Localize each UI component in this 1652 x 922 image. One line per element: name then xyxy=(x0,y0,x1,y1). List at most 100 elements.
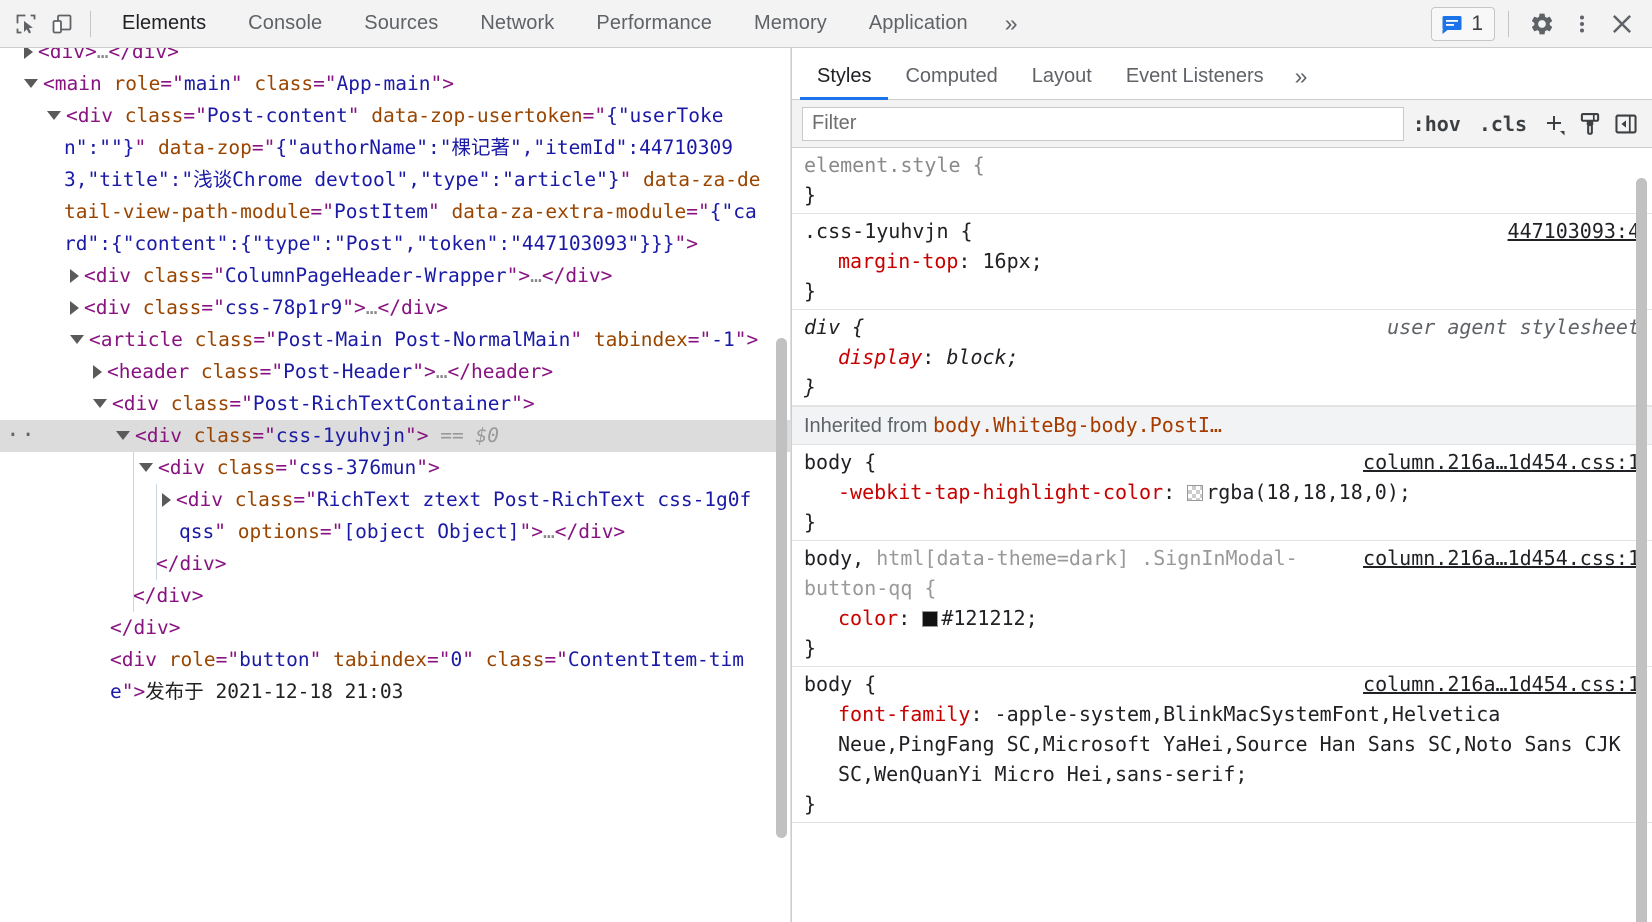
dom-tree-scroll-area[interactable]: <div>…</div> <main role="main" class="App… xyxy=(0,48,790,922)
css-declaration[interactable]: margin-top: 16px; xyxy=(792,246,1652,276)
css-property-name[interactable]: font-family xyxy=(838,702,970,726)
tab-application[interactable]: Application xyxy=(848,0,989,47)
dom-tree-row[interactable]: <article class="Post-Main Post-NormalMai… xyxy=(0,324,790,356)
css-property-value[interactable]: rgba(18,18,18,0); xyxy=(1206,480,1411,504)
print-media-button[interactable] xyxy=(1572,107,1608,141)
css-property-name[interactable]: -webkit-tap-highlight-color xyxy=(838,480,1163,504)
dom-tree-row[interactable]: <div role="button" tabindex="0" class="C… xyxy=(0,644,790,708)
tab-console[interactable]: Console xyxy=(227,0,343,47)
tab-elements[interactable]: Elements xyxy=(101,0,227,47)
style-rule[interactable]: .css-1yuhvjn { 447103093:4 margin-top: 16p… xyxy=(792,214,1652,310)
css-declaration[interactable]: font-family: -apple-system,BlinkMacSyste… xyxy=(792,699,1652,789)
expand-triangle-closed-icon[interactable] xyxy=(70,268,79,283)
style-rule-selector[interactable]: body { xyxy=(804,447,1355,477)
dom-tree-row[interactable]: </div> xyxy=(0,612,790,644)
dom-token: … xyxy=(365,296,378,319)
tab-computed[interactable]: Computed xyxy=(888,65,1014,99)
element-classes-button[interactable]: .cls xyxy=(1470,107,1536,141)
styles-rules-list[interactable]: element.style {} .css-1yuhvjn { 447103093:… xyxy=(792,148,1652,922)
css-property-value[interactable]: #121212; xyxy=(941,606,1037,630)
color-swatch[interactable] xyxy=(1187,485,1204,501)
settings-button[interactable] xyxy=(1522,4,1562,44)
dom-token: " xyxy=(570,328,594,351)
dom-token: =" xyxy=(687,328,712,351)
css-property-value[interactable]: 16px; xyxy=(983,249,1043,273)
dom-token: "> xyxy=(342,296,366,319)
css-property-value[interactable]: block; xyxy=(946,345,1018,369)
expand-triangle-open-icon[interactable] xyxy=(47,111,61,120)
tab-styles[interactable]: Styles xyxy=(800,65,889,100)
more-panels-button[interactable]: » xyxy=(989,0,1034,47)
css-declaration[interactable]: display: block; xyxy=(792,342,1652,372)
style-rule[interactable]: element.style {} xyxy=(792,148,1652,214)
dom-tree-scrollbar[interactable] xyxy=(776,338,787,838)
inherited-style-rule[interactable]: body {column.216a…1d454.css:1 -webkit-tap… xyxy=(792,445,1652,541)
css-property-name[interactable]: display xyxy=(838,345,922,369)
tab-sources[interactable]: Sources xyxy=(343,0,459,47)
inherited-style-rule[interactable]: body {column.216a…1d454.css:1 font-family… xyxy=(792,667,1652,823)
dom-tree-row[interactable]: <div class="Post-RichTextContainer"> xyxy=(0,388,790,420)
tab-performance[interactable]: Performance xyxy=(575,0,733,47)
more-styles-tabs-button[interactable]: » xyxy=(1281,63,1322,99)
style-rule-header: body { column.216a…1d454.css:1 xyxy=(792,447,1652,477)
dom-tree-row[interactable]: <div class="Post-content" data-zop-usert… xyxy=(0,100,790,260)
tab-memory[interactable]: Memory xyxy=(733,0,848,47)
inherited-source-selector[interactable]: body.WhiteBg-body.PostI… xyxy=(933,413,1222,437)
dom-token: <div xyxy=(66,104,125,127)
style-rule-selector[interactable]: body { xyxy=(804,669,1355,699)
dom-tree-row[interactable]: <header class="Post-Header">…</header> xyxy=(0,356,790,388)
dom-tree-row[interactable]: <div class="css-376mun"> xyxy=(0,452,790,484)
inherited-style-rule[interactable]: body, html[data-theme=dark] .SignInModal… xyxy=(792,541,1652,667)
expand-triangle-closed-icon[interactable] xyxy=(162,492,171,507)
more-options-button[interactable] xyxy=(1562,4,1602,44)
style-source-link[interactable]: 447103093:4 xyxy=(1508,216,1640,246)
style-rule-selector[interactable]: .css-1yuhvjn { xyxy=(804,216,1500,246)
style-source-link[interactable]: column.216a…1d454.css:1 xyxy=(1363,447,1640,477)
toggle-element-state-button[interactable]: :hov xyxy=(1404,107,1470,141)
style-rule[interactable]: div {user agent stylesheet display: block… xyxy=(792,310,1652,406)
inspect-element-button[interactable] xyxy=(8,6,44,42)
dom-tree-row[interactable]: </div> xyxy=(0,548,790,580)
css-colon: : xyxy=(970,702,995,726)
css-property-name[interactable]: color xyxy=(838,606,898,630)
device-toolbar-button[interactable] xyxy=(44,6,80,42)
devtools-panel-tabs: Elements Console Sources Network Perform… xyxy=(101,0,1034,47)
dom-tree-panel[interactable]: <div>…</div> <main role="main" class="App… xyxy=(0,48,791,922)
expand-triangle-open-icon[interactable] xyxy=(116,431,130,440)
expand-triangle-open-icon[interactable] xyxy=(70,335,84,344)
collapse-sidebar-button[interactable] xyxy=(1608,107,1644,141)
dom-tree-row[interactable]: <div class="css-78p1r9">…</div> xyxy=(0,292,790,324)
css-property-name[interactable]: margin-top xyxy=(838,249,958,273)
tab-layout[interactable]: Layout xyxy=(1015,65,1109,99)
tab-network[interactable]: Network xyxy=(459,0,575,47)
expand-triangle-open-icon[interactable] xyxy=(24,79,38,88)
dom-tree-row[interactable]: <main role="main" class="App-main"> xyxy=(0,68,790,100)
styles-scrollbar[interactable] xyxy=(1636,178,1647,922)
dom-tree-row[interactable]: </div> xyxy=(0,580,790,612)
dom-tree-row[interactable]: <div class="ColumnPageHeader-Wrapper">…<… xyxy=(0,260,790,292)
style-rule-selector[interactable]: element.style { xyxy=(804,150,1640,180)
styles-filter-input[interactable] xyxy=(802,106,1404,141)
expand-triangle-open-icon[interactable] xyxy=(93,399,107,408)
style-source-link[interactable]: column.216a…1d454.css:1 xyxy=(1363,669,1640,699)
expand-triangle-closed-icon[interactable] xyxy=(24,48,33,59)
issues-button[interactable]: 1 xyxy=(1431,6,1495,41)
dom-tree-row[interactable]: <div>…</div> xyxy=(0,48,790,68)
expand-triangle-open-icon[interactable] xyxy=(139,463,153,472)
color-swatch[interactable] xyxy=(922,611,939,627)
dom-tree-row-selected[interactable]: ··· <div class="css-1yuhvjn"> == $0 xyxy=(0,420,790,452)
css-declaration[interactable]: color: #121212; xyxy=(792,603,1652,633)
dom-token: <main xyxy=(43,72,114,95)
new-style-rule-button[interactable] xyxy=(1536,107,1572,141)
close-devtools-button[interactable] xyxy=(1602,4,1642,44)
expand-triangle-closed-icon[interactable] xyxy=(93,364,102,379)
dom-tree-row[interactable]: <div class="RichText ztext Post-RichText… xyxy=(0,484,790,548)
style-source-link[interactable]: column.216a…1d454.css:1 xyxy=(1363,543,1640,573)
style-rule-selector[interactable]: div { xyxy=(804,312,1379,342)
style-rule-selector[interactable]: body, html[data-theme=dark] .SignInModal… xyxy=(804,543,1355,603)
css-declaration[interactable]: -webkit-tap-highlight-color: rgba(18,18,… xyxy=(792,477,1652,507)
dom-row-more-button[interactable]: ··· xyxy=(0,425,37,447)
expand-triangle-closed-icon[interactable] xyxy=(70,300,79,315)
selector-part: .css-1yuhvjn { xyxy=(804,219,973,243)
tab-event-listeners[interactable]: Event Listeners xyxy=(1109,65,1281,99)
